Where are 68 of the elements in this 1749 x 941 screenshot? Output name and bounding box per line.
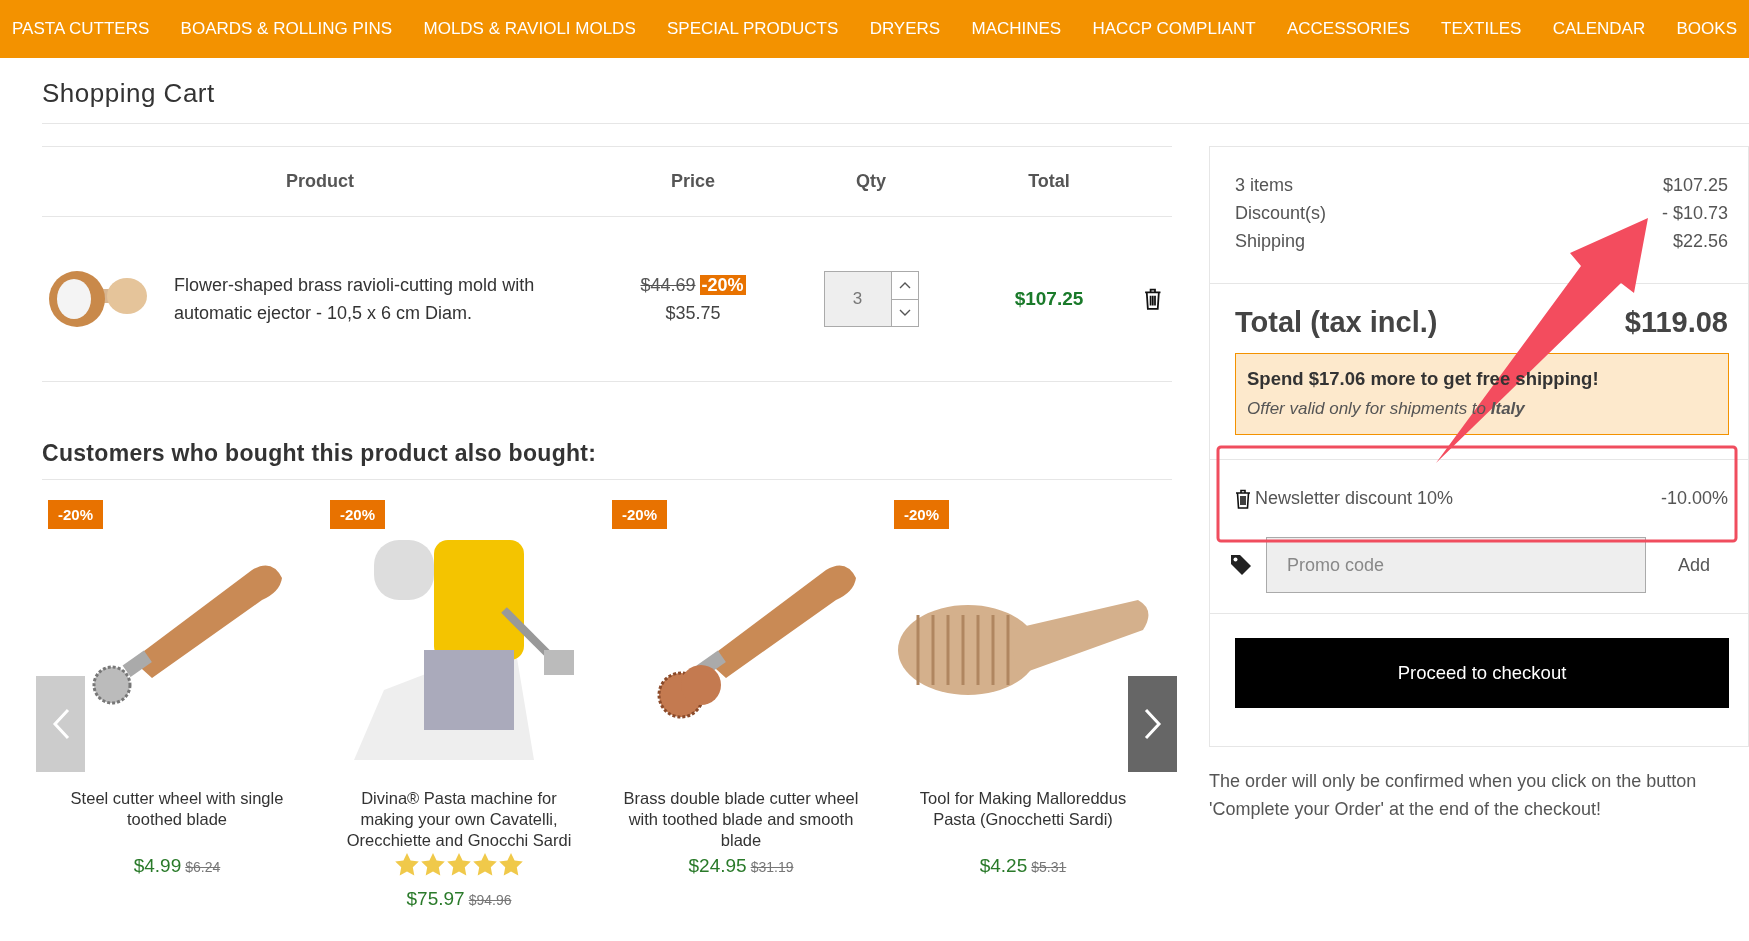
unit-price: $35.75 xyxy=(664,302,722,325)
discount-badge: -20% xyxy=(330,500,386,529)
product-name[interactable]: Divina® Pasta machine for making your own Cavatelli, Orecchiette and Gnocchi Sardi xyxy=(339,788,579,851)
old-price: $31.19 xyxy=(750,859,794,875)
trash-icon xyxy=(1235,488,1251,509)
chevron-left-icon xyxy=(51,708,70,740)
star-icon xyxy=(395,853,419,876)
product-name[interactable]: Tool for Making Malloreddus Pasta (Gnocchetti Sardi) xyxy=(903,788,1143,830)
product-name[interactable]: Steel cutter wheel with single toothed blade xyxy=(57,788,297,830)
discount-badge: -20% xyxy=(612,500,668,529)
sale-price: $4.99 xyxy=(133,855,182,876)
nav-link[interactable]: TEXTILES xyxy=(1441,19,1522,39)
page-title: Shopping Cart xyxy=(42,58,1749,124)
nav-link[interactable]: MOLDS & RAVIOLI MOLDS xyxy=(423,19,636,39)
column-header: Qty xyxy=(855,171,887,192)
sale-price: $24.95 xyxy=(688,855,747,876)
order-note: The order will only be confirmed when you click on the button 'Complete your Order' at the end of the checkout! xyxy=(1209,770,1698,821)
product-name[interactable]: Brass double blade cutter wheel with toothed blade and smooth blade xyxy=(621,788,861,851)
old-price: $5.31 xyxy=(1031,859,1067,875)
nav-link[interactable]: HACCP COMPLIANT xyxy=(1092,19,1256,39)
discount-name: Newsletter discount 10% xyxy=(1255,488,1454,509)
discount-value: -10.00% xyxy=(1660,488,1728,509)
previous-button[interactable] xyxy=(36,676,85,772)
nav-link[interactable]: BOOKS xyxy=(1676,19,1737,39)
chevron-up-icon xyxy=(898,281,911,290)
summary-label: 3 items xyxy=(1235,174,1294,197)
notice-text: Offer valid only for shipments to Italy xyxy=(1247,398,1526,420)
product-name: Flower-shaped brass ravioli-cutting mold with automatic ejector - 10,5 x 6 cm Diam. xyxy=(174,274,536,325)
tag-icon xyxy=(1230,554,1252,576)
column-header: Price xyxy=(669,171,716,192)
old-price: $44.69 xyxy=(640,275,696,295)
trash-icon xyxy=(1144,288,1162,310)
next-button[interactable] xyxy=(1128,676,1177,772)
discount-tag: -20% xyxy=(699,275,746,295)
column-header: Total xyxy=(1027,171,1071,192)
checkout-button[interactable]: Proceed to checkout xyxy=(1235,638,1729,708)
line-total: $107.25 xyxy=(1013,288,1085,310)
summary-value: - $10.73 xyxy=(1661,202,1728,225)
nav-link[interactable]: DRYERS xyxy=(869,19,941,39)
sale-price: $4.25 xyxy=(979,855,1028,876)
sale-price: $75.97 xyxy=(406,888,465,909)
summary-label: Discount(s) xyxy=(1235,202,1327,225)
discount-badge: -20% xyxy=(894,500,950,529)
star-icon xyxy=(499,853,523,876)
promo-code-field[interactable]: Promo code xyxy=(1266,537,1646,593)
total-label: Total (tax incl.) xyxy=(1235,306,1438,339)
section-title: Customers who bought this product also bought: xyxy=(42,440,1172,480)
total-value: $119.08 xyxy=(1624,306,1728,339)
nav-link[interactable]: CALENDAR xyxy=(1552,19,1646,39)
star-icon xyxy=(473,853,497,876)
summary-value: $107.25 xyxy=(1662,174,1728,197)
old-price: $94.96 xyxy=(468,892,512,908)
summary-value: $22.56 xyxy=(1672,230,1728,253)
star-icon xyxy=(421,853,445,876)
quantity-field[interactable]: 3 xyxy=(823,271,919,327)
summary-label: Shipping xyxy=(1235,230,1306,253)
nav-link[interactable]: MACHINES xyxy=(971,19,1062,39)
chevron-down-icon xyxy=(898,308,911,317)
discount-badge: -20% xyxy=(48,500,104,529)
old-price: $6.24 xyxy=(185,859,221,875)
column-header: Product xyxy=(285,171,355,192)
nav-link[interactable]: SPECIAL PRODUCTS xyxy=(667,19,839,39)
nav-link[interactable]: PASTA CUTTERS xyxy=(12,19,150,39)
star-icon xyxy=(447,853,471,876)
chevron-right-icon xyxy=(1143,708,1162,740)
add-button[interactable]: Add xyxy=(1670,546,1719,584)
nav-link[interactable]: BOARDS & ROLLING PINS xyxy=(180,19,393,39)
nav-link[interactable]: ACCESSORIES xyxy=(1286,19,1410,39)
